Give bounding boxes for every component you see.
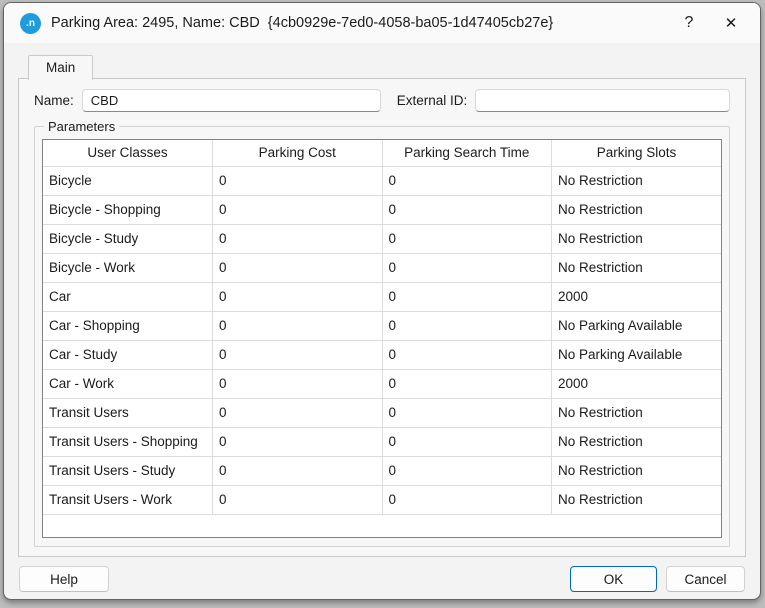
table-row: Bicycle 0 0 No Restriction xyxy=(43,166,721,196)
table-cell[interactable]: Car xyxy=(43,282,213,312)
table-row: Transit Users - Study 0 0 No Restriction xyxy=(43,456,721,486)
table-body: Bicycle 0 0 No Restriction Bicycle - Shoppin… xyxy=(43,166,721,515)
table-cell[interactable]: 0 xyxy=(382,340,552,370)
table-cell[interactable]: 0 xyxy=(382,282,552,312)
table-row: Car - Shopping 0 0 No Parking Available xyxy=(43,311,721,341)
table-cell[interactable]: No Parking Available xyxy=(551,311,721,341)
dialog-window: .n Parking Area: 2495, Name: CBD {4cb092… xyxy=(3,2,761,600)
column-header[interactable]: Parking Search Time xyxy=(382,140,552,167)
table-row: Transit Users - Work 0 0 No Restriction xyxy=(43,485,721,515)
table-cell[interactable]: 0 xyxy=(382,369,552,399)
table-cell[interactable]: No Restriction xyxy=(551,253,721,283)
table-cell[interactable]: Bicycle xyxy=(43,166,213,196)
table-cell[interactable]: No Restriction xyxy=(551,427,721,457)
table-cell[interactable]: 0 xyxy=(212,456,383,486)
table-cell[interactable]: 0 xyxy=(212,224,383,254)
table-cell[interactable]: Car - Work xyxy=(43,369,213,399)
table-cell[interactable]: 0 xyxy=(212,253,383,283)
table-row: Car 0 0 2000 xyxy=(43,282,721,312)
window-title: Parking Area: 2495, Name: CBD {4cb0929e-… xyxy=(51,15,554,31)
column-header[interactable]: Parking Slots xyxy=(551,140,721,167)
titlebar-help-icon[interactable]: ? xyxy=(668,6,710,40)
table-cell[interactable]: No Restriction xyxy=(551,456,721,486)
parameters-group: Parameters User Classes Parking Cost Parki… xyxy=(34,119,730,547)
table-cell[interactable]: 0 xyxy=(382,456,552,486)
ok-button[interactable]: OK xyxy=(570,566,657,592)
table-cell[interactable]: 0 xyxy=(382,166,552,196)
table-row: Transit Users 0 0 No Restriction xyxy=(43,398,721,428)
table-row: Car - Study 0 0 No Parking Available xyxy=(43,340,721,370)
table-cell[interactable]: Transit Users - Shopping xyxy=(43,427,213,457)
help-button[interactable]: Help xyxy=(19,566,109,592)
tab-main[interactable]: Main xyxy=(28,55,94,80)
table-cell[interactable]: Bicycle - Shopping xyxy=(43,195,213,225)
table-cell[interactable]: No Parking Available xyxy=(551,340,721,370)
table-cell[interactable]: Transit Users xyxy=(43,398,213,428)
dialog-body: Main Name: External ID: Parameters User … xyxy=(4,43,760,557)
table-cell[interactable]: 0 xyxy=(212,282,383,312)
table-cell[interactable]: Bicycle - Work xyxy=(43,253,213,283)
table-cell[interactable]: 0 xyxy=(382,224,552,254)
table-cell[interactable]: 0 xyxy=(212,427,383,457)
close-icon[interactable]: ✕ xyxy=(710,6,752,40)
table-row: Bicycle - Work 0 0 No Restriction xyxy=(43,253,721,283)
table-cell[interactable]: 0 xyxy=(382,398,552,428)
table-cell[interactable]: 0 xyxy=(382,253,552,283)
name-input[interactable] xyxy=(81,89,381,112)
table-cell[interactable]: 0 xyxy=(212,369,383,399)
table-cell[interactable]: Transit Users - Study xyxy=(43,456,213,486)
app-icon: .n xyxy=(20,12,41,34)
table-cell[interactable]: 0 xyxy=(382,427,552,457)
table-row: Bicycle - Shopping 0 0 No Restriction xyxy=(43,195,721,225)
table-cell[interactable]: Car - Shopping xyxy=(43,311,213,341)
table-cell[interactable]: Car - Study xyxy=(43,340,213,370)
table-cell[interactable]: 0 xyxy=(212,195,383,225)
button-bar: Help OK Cancel xyxy=(4,557,760,599)
table-row: Transit Users - Shopping 0 0 No Restriction xyxy=(43,427,721,457)
table-cell[interactable]: No Restriction xyxy=(551,195,721,225)
tab-panel-main: Name: External ID: Parameters User Class… xyxy=(18,78,746,557)
table-cell[interactable]: Transit Users - Work xyxy=(43,485,213,515)
table-cell[interactable]: No Restriction xyxy=(551,224,721,254)
table-cell[interactable]: No Restriction xyxy=(551,398,721,428)
table-cell[interactable]: 0 xyxy=(212,166,383,196)
table-cell[interactable]: 0 xyxy=(382,485,552,515)
table-cell[interactable]: No Restriction xyxy=(551,166,721,196)
external-id-input[interactable] xyxy=(475,89,730,112)
table-cell[interactable]: 0 xyxy=(382,311,552,341)
cancel-button[interactable]: Cancel xyxy=(666,566,745,592)
table-cell[interactable]: No Restriction xyxy=(551,485,721,515)
title-bar[interactable]: .n Parking Area: 2495, Name: CBD {4cb092… xyxy=(4,3,760,43)
parameters-table: User Classes Parking Cost Parking Search T… xyxy=(43,140,721,515)
name-row: Name: External ID: xyxy=(34,89,730,112)
table-cell[interactable]: 0 xyxy=(212,398,383,428)
table-cell[interactable]: 0 xyxy=(212,311,383,341)
table-cell[interactable]: 2000 xyxy=(551,282,721,312)
table-cell[interactable]: 0 xyxy=(382,195,552,225)
table-row: Car - Work 0 0 2000 xyxy=(43,369,721,399)
table-cell[interactable]: 0 xyxy=(212,340,383,370)
table-cell[interactable]: Bicycle - Study xyxy=(43,224,213,254)
table-cell[interactable]: 0 xyxy=(212,485,383,515)
tab-bar: Main xyxy=(18,55,746,80)
table-header: User Classes Parking Cost Parking Search T… xyxy=(43,140,721,167)
table-cell[interactable]: 2000 xyxy=(551,369,721,399)
column-header[interactable]: User Classes xyxy=(43,140,213,167)
parameters-group-label: Parameters xyxy=(48,119,116,134)
column-header[interactable]: Parking Cost xyxy=(212,140,383,167)
table-header-row: User Classes Parking Cost Parking Search T… xyxy=(43,140,721,167)
table-row: Bicycle - Study 0 0 No Restriction xyxy=(43,224,721,254)
name-label: Name: xyxy=(34,93,74,108)
external-id-label: External ID: xyxy=(396,93,468,108)
parameters-table-container: User Classes Parking Cost Parking Search T… xyxy=(42,139,722,538)
